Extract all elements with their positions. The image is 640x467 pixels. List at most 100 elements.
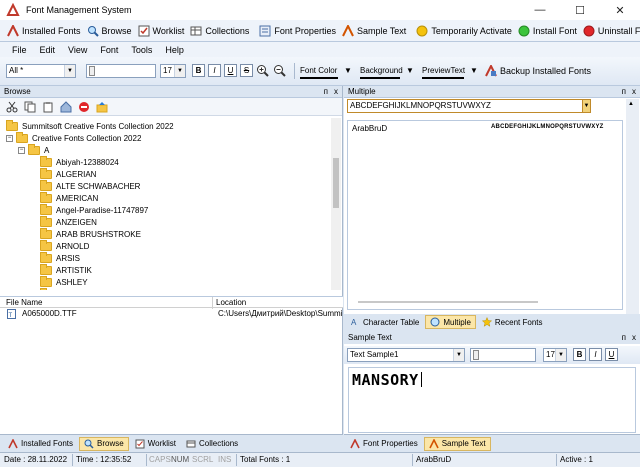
- close-icon[interactable]: x: [334, 86, 338, 98]
- text-cursor: [421, 372, 422, 387]
- tab-character-table[interactable]: A Character Table: [346, 315, 423, 329]
- background-dropdown[interactable]: ▼: [406, 66, 414, 75]
- column-location[interactable]: Location: [216, 298, 246, 307]
- tab-collections[interactable]: Collections: [182, 437, 242, 451]
- tree-expander-icon[interactable]: −: [6, 134, 13, 142]
- tree-item[interactable]: Abiyah-12388024: [40, 155, 119, 168]
- sample-text-area[interactable]: MANSORY: [348, 367, 636, 433]
- slider-thumb[interactable]: [473, 349, 479, 360]
- tree-item[interactable]: ARAB BRUSHSTROKE: [40, 227, 141, 240]
- installed-fonts-button[interactable]: Installed Fonts: [4, 22, 84, 40]
- folder-icon: [40, 275, 52, 287]
- sample-italic-button[interactable]: I: [589, 348, 602, 361]
- stop-icon[interactable]: [78, 101, 90, 113]
- underline-button[interactable]: U: [224, 64, 237, 77]
- tree-item[interactable]: − A: [18, 143, 50, 156]
- tab-font-properties[interactable]: Font Properties: [346, 437, 422, 451]
- menu-help[interactable]: Help: [165, 45, 184, 55]
- copy-icon[interactable]: [24, 101, 36, 113]
- horizontal-scrollbar[interactable]: [358, 301, 538, 303]
- zoom-in-icon[interactable]: [256, 64, 269, 77]
- menu-file[interactable]: File: [12, 45, 27, 55]
- status-separator: [236, 454, 237, 466]
- tab-multiple[interactable]: Multiple: [425, 315, 476, 329]
- browse-button[interactable]: Browse: [84, 22, 135, 40]
- sample-underline-button[interactable]: U: [605, 348, 618, 361]
- tree-item[interactable]: − Creative Fonts Collection 2022: [6, 131, 141, 144]
- tree-item[interactable]: ALGERIAN: [40, 167, 96, 180]
- tree-item[interactable]: ASHLEY: [40, 275, 88, 288]
- tree-item[interactable]: Angel-Paradise-11747897: [40, 203, 148, 216]
- red-circle-icon: [583, 25, 595, 36]
- paste-icon[interactable]: [42, 101, 54, 113]
- bold-button[interactable]: B: [192, 64, 205, 77]
- tree-item-label: A: [44, 145, 50, 155]
- tree-expander-icon[interactable]: −: [18, 146, 25, 154]
- font-size-combo[interactable]: 17 ▼: [160, 64, 186, 78]
- menu-view[interactable]: View: [68, 45, 87, 55]
- sample-bold-button[interactable]: B: [573, 348, 586, 361]
- tree-item[interactable]: ARSIS: [40, 251, 80, 264]
- strike-button[interactable]: S: [240, 64, 253, 77]
- preview-text-input[interactable]: ABCDEFGHIJKLMNOPQRSTUVWXYZ: [347, 99, 590, 113]
- pin-icon[interactable]: ᴨ: [622, 331, 626, 344]
- tree-item[interactable]: ANZEIGEN: [40, 215, 97, 228]
- tree-item[interactable]: ARTISTIK: [40, 263, 92, 276]
- close-icon[interactable]: x: [632, 86, 636, 98]
- close-icon[interactable]: x: [632, 331, 636, 344]
- font-properties-button[interactable]: Font Properties: [256, 22, 339, 40]
- worklist-button[interactable]: Worklist: [135, 22, 188, 40]
- scrollbar-thumb[interactable]: [333, 158, 339, 208]
- backup-installed-fonts-button[interactable]: Backup Installed Fonts: [482, 62, 594, 80]
- table-row[interactable]: T A065000D.TTF C:\Users\Дмитрий\Desktop\…: [0, 308, 343, 320]
- pin-icon[interactable]: ᴨ: [324, 86, 328, 98]
- collections-button[interactable]: Collections: [187, 22, 252, 40]
- preview-text-dropdown[interactable]: ▼: [470, 66, 478, 75]
- preview-text-label[interactable]: PreviewText: [422, 66, 465, 75]
- zoom-out-icon[interactable]: [273, 64, 286, 77]
- list-item[interactable]: ArabBruD: [352, 124, 387, 133]
- tab-sample-text[interactable]: Sample Text: [423, 436, 491, 451]
- uninstall-font-button[interactable]: Uninstall Font: [580, 22, 640, 40]
- pin-icon[interactable]: ᴨ: [622, 86, 626, 98]
- slider-thumb[interactable]: [89, 65, 95, 76]
- tree-item[interactable]: Summitsoft Creative Fonts Collection 202…: [6, 119, 174, 132]
- tree-item[interactable]: ALTE SCHWABACHER: [40, 179, 140, 192]
- sample-font-slider[interactable]: [470, 348, 536, 362]
- background-label[interactable]: Background: [360, 66, 403, 75]
- tree-scrollbar[interactable]: [331, 118, 341, 290]
- tab-installed-fonts[interactable]: Installed Fonts: [4, 437, 77, 451]
- font-color-label[interactable]: Font Color: [300, 66, 337, 75]
- chevron-down-icon[interactable]: ▼: [582, 99, 591, 113]
- menu-font[interactable]: Font: [100, 45, 118, 55]
- menu-tools[interactable]: Tools: [131, 45, 152, 55]
- install-font-button[interactable]: Install Font: [515, 22, 580, 40]
- tree-item[interactable]: Austen-Right-1702107: [40, 287, 136, 291]
- tree-item-label: Abiyah-12388024: [56, 157, 119, 167]
- scroll-up-icon[interactable]: ▲: [628, 101, 634, 107]
- menu-edit[interactable]: Edit: [40, 45, 56, 55]
- font-color-dropdown[interactable]: ▼: [344, 66, 352, 75]
- cut-icon[interactable]: [6, 101, 18, 113]
- folder-up-icon[interactable]: [96, 101, 108, 113]
- tab-browse[interactable]: Browse: [79, 436, 129, 451]
- tree-item[interactable]: ARNOLD: [40, 239, 89, 252]
- tab-recent-fonts[interactable]: Recent Fonts: [478, 315, 547, 329]
- sample-text-select[interactable]: Text Sample1 ▼: [347, 348, 465, 362]
- home-icon[interactable]: [60, 100, 72, 113]
- tab-worklist[interactable]: Worklist: [131, 437, 180, 451]
- close-window-button[interactable]: ✕: [600, 0, 640, 20]
- filter-combo[interactable]: All * ▼: [6, 64, 76, 78]
- sample-text-button[interactable]: Sample Text: [339, 22, 409, 40]
- temporarily-activate-button[interactable]: Temporarily Activate: [413, 22, 515, 40]
- right-scrollbar[interactable]: ▲: [626, 99, 639, 317]
- italic-button[interactable]: I: [208, 64, 221, 77]
- column-file-name[interactable]: File Name: [6, 298, 42, 307]
- maximize-button[interactable]: ☐: [560, 0, 600, 20]
- sample-size-combo[interactable]: 17 ▼: [543, 348, 567, 362]
- sample-text-icon: [428, 438, 439, 448]
- minimize-button[interactable]: —: [520, 0, 560, 20]
- tree-item[interactable]: AMERICAN: [40, 191, 98, 204]
- tree-item-label: Austen-Right-1702107: [56, 290, 136, 291]
- font-name-combo[interactable]: [86, 64, 156, 78]
